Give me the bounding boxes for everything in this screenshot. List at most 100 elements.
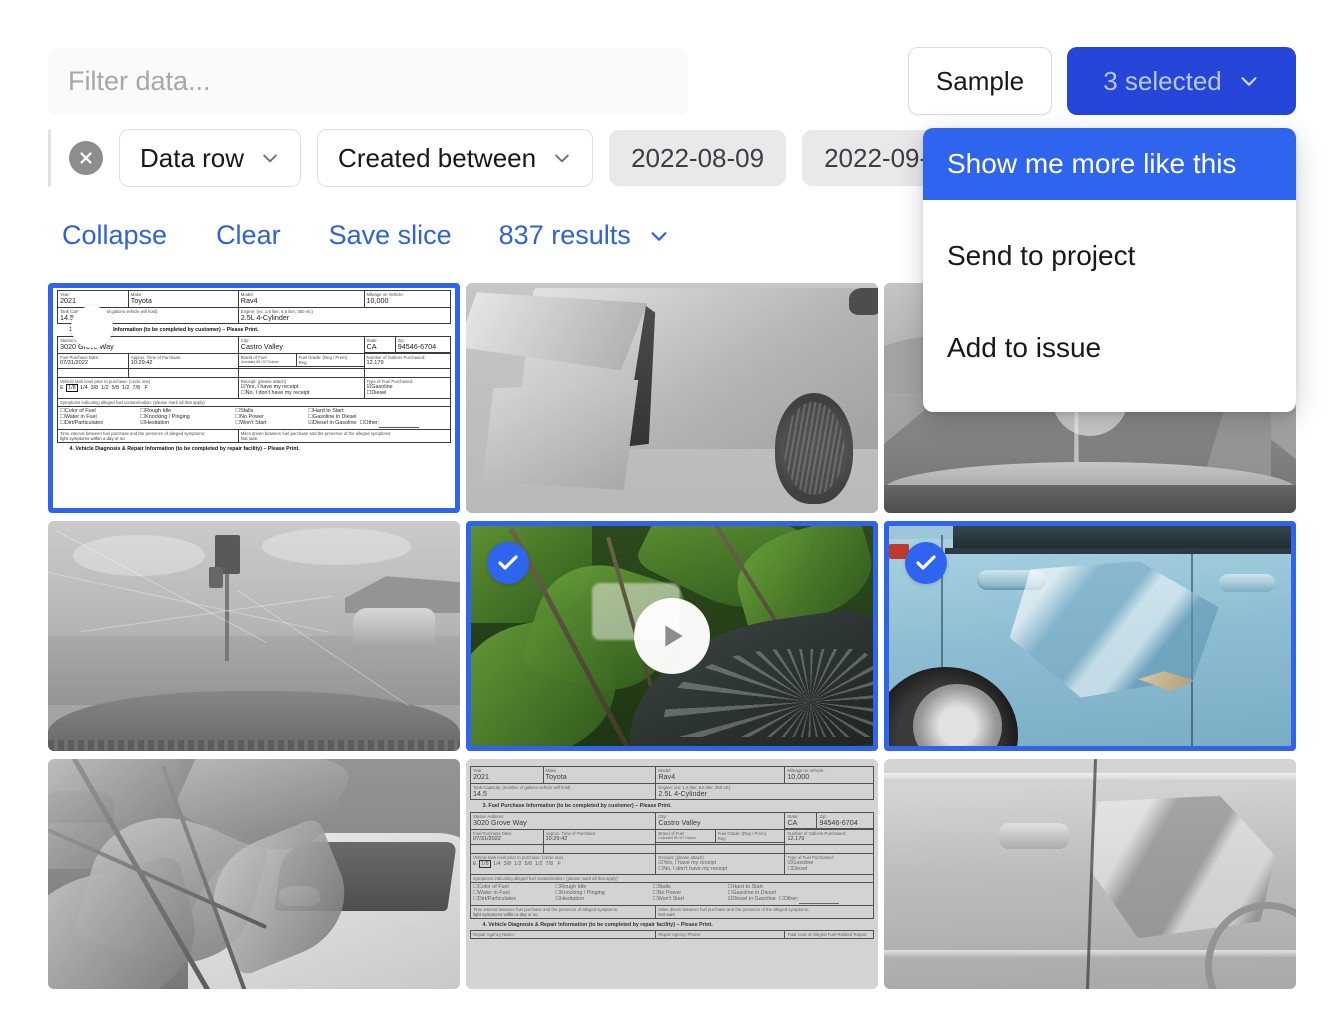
filter-condition-select[interactable]: Created between	[317, 129, 594, 187]
selection-checkmark-icon[interactable]	[487, 542, 529, 584]
menu-item-add-to-issue[interactable]: Add to issue	[923, 312, 1296, 384]
grid-item-blue-car-dented-door[interactable]	[884, 521, 1296, 751]
form2-tank-value: 14.5	[473, 788, 487, 798]
form2-repair-name-label: Repair Agency Name:	[473, 932, 515, 938]
filter-bar	[48, 48, 688, 114]
close-circle-icon[interactable]	[69, 141, 103, 175]
results-count-label: 837 results	[498, 220, 631, 250]
clear-link[interactable]: Clear	[216, 220, 281, 251]
save-slice-link[interactable]: Save slice	[329, 220, 452, 251]
form-symptom-wont-start: ☐Won't Start	[235, 420, 267, 427]
collapse-link[interactable]: Collapse	[62, 220, 167, 251]
form-purchase-time-value: 10:29:42	[130, 360, 153, 367]
sample-button[interactable]: Sample	[908, 47, 1052, 115]
form-mileage-value: 10,000	[366, 296, 389, 306]
form2-brand-sub: Unleaded 85 / 87 Octane	[658, 836, 697, 841]
filter-chips-row: Data row Created between 2022-08-09 2022…	[48, 128, 995, 188]
chevron-down-icon	[260, 148, 280, 168]
form2-gallons-value: 12.179	[787, 836, 805, 843]
form-section-4-heading: 4. Vehicle Diagnosis & Repair Informatio…	[69, 445, 300, 452]
form-symptom-dirt-particulates: ☐Dirt/Particulates	[60, 420, 103, 427]
form-section-3-heading: 3. Fuel Purchase Information (to be comp…	[69, 326, 259, 333]
filter-date-from[interactable]: 2022-08-09	[609, 130, 787, 186]
form2-section-4-heading: 4. Vehicle Diagnosis & Repair Informatio…	[482, 921, 713, 928]
filter-scope-select[interactable]: Data row	[119, 129, 302, 187]
form2-receipt-no: ☐No, I don't have my receipt	[658, 866, 728, 873]
form-city-value: Castro Valley	[240, 341, 283, 351]
form-tank-level-scale: E 1/8 1/4 3/8 1/2 5/8 1/2 7/8 F	[60, 383, 148, 393]
grid-item-fuel-contamination-form-2[interactable]: Year: 2021 Make: Toyota Model: Rav4 Mileage…	[466, 759, 878, 989]
form-make-value: Toyota	[130, 296, 152, 306]
menu-item-send-to-project[interactable]: Send to project	[923, 220, 1296, 292]
chevron-down-icon	[648, 225, 670, 247]
form-engine-value: 2.5L 4-Cylinder	[240, 312, 290, 322]
form-year-value: 2021	[60, 296, 76, 306]
grid-item-dashcam-intersection-traffic-light[interactable]	[48, 521, 460, 751]
form2-symptom-wont-start: ☐Won't Start	[652, 896, 684, 903]
results-count-dropdown[interactable]: 837 results	[499, 220, 670, 251]
form2-symptom-hesitation: ☑Hesitation	[555, 896, 585, 903]
selection-checkmark-icon[interactable]	[905, 542, 947, 584]
chevron-down-icon	[552, 148, 572, 168]
selection-checkmark-icon[interactable]	[71, 306, 113, 348]
form-symptoms-label: Symptoms indicating alleged fuel contami…	[60, 399, 205, 405]
form2-zip-value: 94546-6704	[819, 817, 858, 827]
form-symptom-hesitation: ☑Hesitation	[140, 420, 170, 427]
form2-tank-level-circled: 1/8	[479, 859, 491, 869]
form-miles-value: Not sure	[240, 435, 258, 441]
photo-blue-car-dented-door	[889, 526, 1291, 746]
form2-symptom-dirt-particulates: ☐Dirt/Particulates	[473, 896, 516, 903]
grid-item-fuel-contamination-form[interactable]: Year: 2021 Make: Toyota Model: Rav4 Mileage…	[48, 283, 460, 513]
form2-tank-level-scale: E 1/8 1/4 3/8 1/2 5/8 1/2 7/8 F	[473, 859, 561, 869]
menu-item-label: Add to issue	[947, 332, 1102, 363]
form2-station-value: 3020 Grove Way	[473, 817, 527, 827]
play-icon[interactable]	[634, 598, 710, 674]
form2-symptoms-label: Symptoms indicating alleged fuel contami…	[473, 875, 618, 881]
form2-section-3-heading: 3. Fuel Purchase Information (to be comp…	[482, 802, 672, 809]
grid-item-white-car-under-fallen-tree[interactable]	[48, 759, 460, 989]
photo-silver-car-dented-door	[884, 759, 1296, 989]
form2-city-value: Castro Valley	[658, 817, 701, 827]
form-purchase-date-value: 07/31/2022	[60, 360, 88, 367]
menu-item-show-me-more-like-this[interactable]: Show me more like this	[923, 128, 1296, 200]
photo-white-car-fallen-tree	[48, 759, 460, 989]
form-receipt-yes-label: Yes, I have my receipt	[245, 383, 299, 390]
form2-fuel-diesel: ☐Diesel	[787, 866, 808, 873]
search-input[interactable]	[66, 64, 670, 98]
selected-count-label: 3 selected	[1103, 65, 1222, 96]
form2-make-value: Toyota	[545, 772, 567, 782]
menu-item-label: Send to project	[947, 240, 1136, 271]
form-zip-value: 94546-6704	[397, 341, 437, 351]
document-thumbnail: Year: 2021 Make: Toyota Model: Rav4 Mileage…	[53, 288, 455, 508]
slice-actions-row: Collapse Clear Save slice 837 results	[62, 220, 670, 251]
form-grade-value: Reg	[298, 360, 307, 366]
form-fuel-gasoline-label: Gasoline	[371, 383, 393, 390]
selected-count-dropdown-button[interactable]: 3 selected	[1067, 47, 1296, 115]
form-gallons-value: 12.179	[366, 360, 384, 367]
sample-button-label: Sample	[935, 65, 1025, 96]
photo-dashcam-intersection	[48, 521, 460, 751]
form2-grade-value: Reg	[717, 836, 726, 842]
form2-symptom-diesel-in-gasoline: ☑Diesel in Gasoline ☐Other:	[727, 896, 871, 904]
grid-item-tree-fallen-on-car-windshield[interactable]	[466, 521, 878, 751]
grid-item-silver-car-front-end-collision[interactable]	[466, 283, 878, 513]
form2-repair-phone-label: Repair Agency Phone:	[658, 932, 702, 938]
form-state-value: CA	[366, 341, 377, 351]
filter-condition-label: Created between	[338, 142, 537, 173]
form2-purchase-time-value: 10:29:42	[545, 836, 568, 843]
form-receipt-no: ☐No, I don't have my receipt	[240, 390, 310, 397]
form-interval-value: light symptoms within a day or so	[60, 435, 125, 441]
form2-purchase-date-value: 07/31/2022	[473, 836, 501, 843]
grid-item-silver-car-dented-rear-door[interactable]	[884, 759, 1296, 989]
form2-mileage-value: 10,000	[787, 772, 810, 782]
form2-repair-cost-label: Total Cost of Alleged Fuel-Related Repai…	[787, 932, 868, 938]
filter-scope-label: Data row	[140, 142, 245, 173]
form-symptom-diesel-in-gasoline: ☑Diesel in Gasoline ☐Other:	[308, 420, 448, 428]
form2-interval-value: light symptoms within a day or so	[473, 911, 538, 917]
form2-year-value: 2021	[473, 772, 489, 782]
form-fuel-diesel-label: Diesel	[371, 390, 387, 397]
menu-item-label: Show me more like this	[947, 148, 1237, 179]
form2-state-value: CA	[787, 817, 798, 827]
form-brand-sub: Unleaded 85 / 87 Octane	[240, 360, 279, 365]
bulk-actions-menu: Show me more like this Send to project A…	[923, 128, 1296, 412]
